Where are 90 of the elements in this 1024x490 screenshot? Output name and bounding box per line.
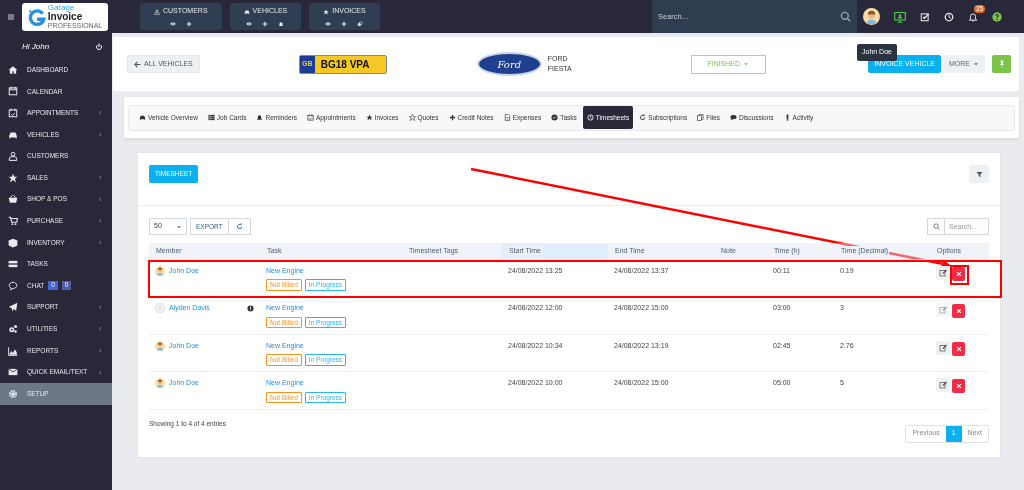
eye-icon (246, 20, 253, 27)
delete-button[interactable] (952, 304, 965, 318)
edit-button[interactable] (936, 378, 950, 392)
help-icon (992, 11, 1002, 22)
plus-icon (448, 114, 456, 121)
bell-icon (968, 11, 978, 22)
refresh-button[interactable] (228, 218, 251, 235)
user-icon (154, 8, 160, 15)
brand-logo: Ford (476, 52, 542, 76)
filter-button[interactable] (969, 165, 989, 183)
calendar-check-icon (306, 114, 314, 121)
search-icon (932, 223, 940, 230)
star-icon (365, 114, 373, 121)
calendar-icon (8, 86, 18, 97)
user-icon (8, 151, 18, 162)
quick-action-button[interactable] (278, 20, 285, 27)
delete-button[interactable] (952, 379, 965, 393)
timer-button[interactable] (944, 11, 954, 22)
menu-icon (7, 12, 15, 21)
quick-action-button[interactable] (185, 20, 192, 27)
gears-icon (8, 323, 18, 334)
close-icon (955, 308, 962, 314)
cube-icon (8, 237, 18, 248)
car-icon (243, 8, 250, 15)
quick-action-button[interactable] (246, 20, 253, 27)
edit-icon (939, 343, 947, 352)
bell-icon (278, 20, 285, 27)
notifications-button[interactable] (968, 11, 978, 22)
list-icon (207, 114, 215, 121)
greeting: Hi John (22, 41, 50, 53)
close-icon (955, 345, 962, 352)
plus-icon (262, 20, 269, 27)
envelope-icon (8, 367, 18, 378)
caret-icon (973, 61, 979, 67)
plus-icon (341, 20, 348, 27)
plane-icon (8, 302, 18, 313)
doc-icon (503, 114, 511, 121)
star-outline-icon (408, 114, 416, 121)
edit-button[interactable] (936, 340, 950, 355)
clock-icon (586, 114, 594, 121)
checkbox-icon (920, 11, 930, 22)
plate-number: BG18 VPA (319, 57, 370, 72)
chart-icon (8, 345, 18, 356)
close-icon (955, 270, 962, 277)
basket-icon (8, 194, 18, 205)
presentation-button[interactable] (894, 10, 906, 23)
logo-mark-icon (27, 7, 46, 26)
plus-icon (185, 20, 192, 27)
quick-action-button[interactable] (262, 20, 269, 27)
files-icon (697, 114, 705, 121)
caret-icon (176, 223, 182, 230)
logo-text: Garage (47, 4, 75, 12)
refresh-icon (235, 223, 243, 230)
check-circle-icon (551, 114, 559, 121)
delete-button[interactable] (952, 341, 965, 356)
filter-icon (975, 170, 983, 178)
quick-action-button[interactable] (341, 20, 348, 27)
avatar-icon (863, 8, 880, 25)
edit-button[interactable] (936, 265, 950, 280)
eye-icon (169, 20, 176, 27)
pin-icon (997, 60, 1006, 68)
arrow-left-icon (134, 60, 141, 68)
monitor-person-icon (894, 10, 906, 23)
cart-icon (8, 215, 18, 226)
search-icon (840, 11, 851, 22)
tasks-icon (8, 259, 18, 270)
calendar-check-icon (8, 108, 18, 118)
quick-action-button[interactable] (325, 20, 332, 27)
menu-button[interactable] (7, 12, 15, 21)
edit-icon (939, 268, 947, 277)
bell-icon (256, 114, 264, 121)
star-icon (323, 8, 330, 15)
car-icon (139, 114, 146, 121)
edit-icon (939, 306, 947, 314)
refresh-icon (639, 114, 647, 121)
user-avatar[interactable] (863, 8, 880, 25)
eye-icon (325, 20, 332, 27)
home-icon (8, 64, 18, 75)
quick-action-button[interactable] (169, 20, 176, 27)
logo-text: Invoice (47, 12, 84, 22)
help-button[interactable] (992, 11, 1002, 22)
caret-icon (743, 61, 750, 67)
comment-icon (729, 114, 737, 121)
chat-icon (8, 280, 18, 291)
close-icon (955, 383, 962, 389)
star-icon (8, 172, 18, 183)
search-button[interactable] (840, 0, 857, 33)
edit-icon (939, 381, 947, 389)
clock-icon (944, 11, 954, 22)
todo-button[interactable] (920, 11, 930, 22)
